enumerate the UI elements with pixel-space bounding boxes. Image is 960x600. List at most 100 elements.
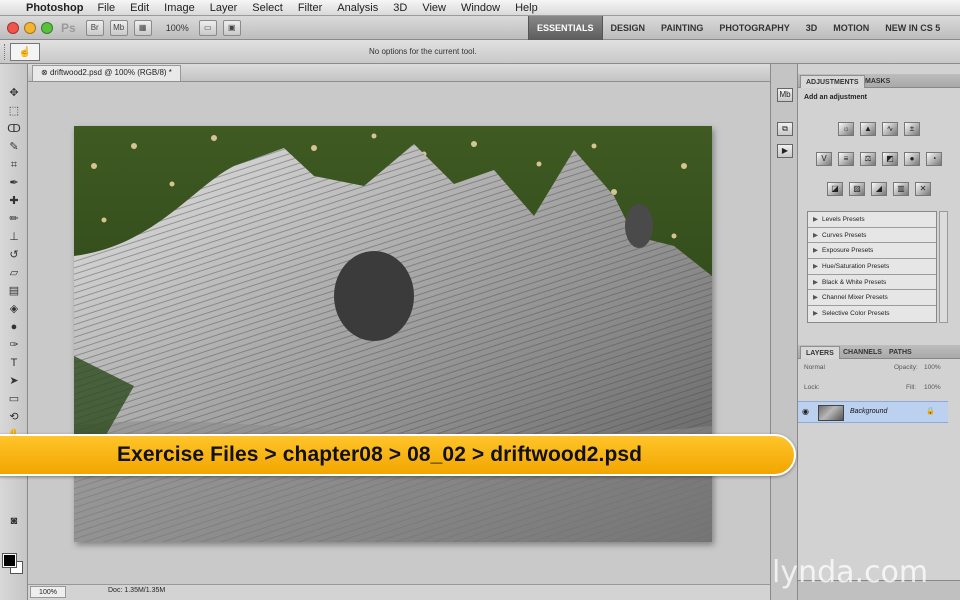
quick-mask-icon[interactable]: ◙: [5, 514, 23, 528]
move-tool-icon[interactable]: ✥: [5, 86, 23, 100]
preset-selective-color[interactable]: ▶ Selective Color Presets: [808, 306, 936, 322]
threshold-icon[interactable]: ◢: [871, 182, 887, 196]
document-tab[interactable]: ⊗ driftwood2.psd @ 100% (RGB/8) *: [32, 65, 181, 81]
close-tab-icon[interactable]: ⊗: [41, 68, 50, 77]
arrange-documents-icon[interactable]: ▭: [198, 19, 217, 36]
gradient-map-icon[interactable]: ▥: [893, 182, 909, 196]
menu-layer[interactable]: Layer: [210, 2, 238, 14]
screen-mode-icon[interactable]: ▣: [222, 19, 241, 36]
lasso-tool-icon[interactable]: ↀ: [5, 122, 23, 136]
expand-arrow-icon: ▶: [813, 216, 818, 223]
vibrance-icon[interactable]: V: [816, 152, 832, 166]
preset-exposure[interactable]: ▶ Exposure Presets: [808, 243, 936, 260]
preset-black-white[interactable]: ▶ Black & White Presets: [808, 275, 936, 291]
marquee-tool-icon[interactable]: ⬚: [5, 104, 23, 118]
preset-channel-mixer[interactable]: ▶ Channel Mixer Presets: [808, 290, 936, 307]
view-extras-icon[interactable]: ▦: [133, 19, 152, 36]
invert-icon[interactable]: ◪: [827, 182, 843, 196]
menu-view[interactable]: View: [422, 2, 446, 14]
gradient-tool-icon[interactable]: ▤: [5, 284, 23, 298]
curves-icon[interactable]: ∿: [882, 122, 898, 136]
opacity-field[interactable]: 100%: [924, 364, 941, 371]
posterize-icon[interactable]: ▨: [849, 182, 865, 196]
mini-bridge-panel-icon[interactable]: Mb: [777, 88, 793, 102]
clone-stamp-tool-icon[interactable]: ⊥: [5, 230, 23, 244]
history-panel-icon[interactable]: ⧉: [777, 122, 793, 136]
actions-panel-icon[interactable]: ▶: [777, 144, 793, 158]
exposure-icon[interactable]: ±: [904, 122, 920, 136]
brush-tool-icon[interactable]: ✏: [5, 212, 23, 226]
menu-filter[interactable]: Filter: [298, 2, 322, 14]
menu-help[interactable]: Help: [515, 2, 538, 14]
menu-analysis[interactable]: Analysis: [337, 2, 378, 14]
menu-3d[interactable]: 3D: [393, 2, 407, 14]
workspace-motion[interactable]: MOTION: [825, 16, 877, 40]
app-menu[interactable]: Photoshop: [26, 2, 83, 14]
black-white-icon[interactable]: ◩: [882, 152, 898, 166]
visibility-eye-icon[interactable]: ◉: [802, 407, 809, 416]
healing-brush-tool-icon[interactable]: ✚: [5, 194, 23, 208]
fill-label: Fill:: [906, 384, 917, 391]
fill-field[interactable]: 100%: [924, 384, 941, 391]
dodge-tool-icon[interactable]: ●: [5, 320, 23, 334]
zoom-level-select[interactable]: 100%: [166, 23, 189, 33]
workspace-new-in-cs5[interactable]: NEW IN CS 5: [877, 16, 948, 40]
ps-logo: Ps: [61, 20, 76, 35]
pen-tool-icon[interactable]: ✑: [5, 338, 23, 352]
expand-arrow-icon: ▶: [813, 247, 818, 255]
options-grip[interactable]: [4, 44, 7, 60]
menu-edit[interactable]: Edit: [130, 2, 149, 14]
layer-thumbnail: [818, 405, 844, 421]
close-window-button[interactable]: [7, 21, 19, 34]
workspace-painting[interactable]: PAINTING: [653, 16, 711, 40]
foreground-color-swatch[interactable]: [2, 553, 17, 568]
tab-masks[interactable]: MASKS: [860, 75, 895, 88]
eyedropper-tool-icon[interactable]: ✒: [5, 176, 23, 190]
menu-file[interactable]: File: [97, 2, 115, 14]
workspace-essentials[interactable]: ESSENTIALS: [528, 16, 603, 40]
quick-selection-tool-icon[interactable]: ✎: [5, 140, 23, 154]
status-bar: 100% Doc: 1.35M/1.35M: [28, 584, 770, 600]
color-balance-icon[interactable]: ⚖: [860, 152, 876, 166]
image-canvas[interactable]: [74, 126, 712, 542]
brightness-contrast-icon[interactable]: ☼: [838, 122, 854, 136]
preset-hue-saturation[interactable]: ▶ Hue/Saturation Presets: [808, 259, 936, 275]
tab-channels[interactable]: CHANNELS: [838, 346, 887, 359]
status-zoom-field[interactable]: 100%: [30, 586, 66, 598]
blend-mode-select[interactable]: Normal: [804, 364, 825, 371]
levels-icon[interactable]: ▲: [860, 122, 876, 136]
layer-row-background[interactable]: ◉ Background 🔒: [798, 401, 948, 423]
blur-tool-icon[interactable]: ◈: [5, 302, 23, 316]
menu-image[interactable]: Image: [164, 2, 195, 14]
menu-select[interactable]: Select: [252, 2, 283, 14]
adjustment-icons-row-3: ◪ ▨ ◢ ▥ ✕: [798, 182, 960, 196]
workspace-design[interactable]: DESIGN: [603, 16, 654, 40]
menu-window[interactable]: Window: [461, 2, 500, 14]
launch-bridge-icon[interactable]: Br: [85, 19, 104, 36]
3d-rotate-tool-icon[interactable]: ⟲: [5, 410, 23, 424]
preset-levels[interactable]: ▶ Levels Presets: [808, 212, 936, 228]
tab-paths[interactable]: PATHS: [884, 346, 917, 359]
workspace-photography[interactable]: PHOTOGRAPHY: [711, 16, 797, 40]
status-doc-size[interactable]: Doc: 1.35M/1.35M: [108, 587, 165, 594]
crop-tool-icon[interactable]: ⌗: [5, 158, 23, 172]
shape-tool-icon[interactable]: ▭: [5, 392, 23, 406]
preset-curves[interactable]: ▶ Curves Presets: [808, 228, 936, 244]
selective-color-icon[interactable]: ✕: [915, 182, 931, 196]
tab-adjustments[interactable]: ADJUSTMENTS: [800, 75, 865, 88]
type-tool-icon[interactable]: T: [5, 356, 23, 370]
eraser-tool-icon[interactable]: ▱: [5, 266, 23, 280]
minimize-window-button[interactable]: [24, 21, 36, 34]
hue-saturation-icon[interactable]: ≡: [838, 152, 854, 166]
channel-mixer-icon[interactable]: ◔: [926, 152, 942, 166]
presets-scrollbar[interactable]: [939, 211, 948, 323]
tab-layers[interactable]: LAYERS: [800, 346, 840, 359]
path-selection-tool-icon[interactable]: ➤: [5, 374, 23, 388]
workspace-3d[interactable]: 3D: [798, 16, 826, 40]
mini-bridge-icon[interactable]: Mb: [109, 19, 128, 36]
tool-preset-picker[interactable]: ☝: [10, 43, 40, 61]
zoom-window-button[interactable]: [41, 21, 53, 34]
expand-arrow-icon: ▶: [813, 278, 818, 286]
photo-filter-icon[interactable]: ●: [904, 152, 920, 166]
history-brush-tool-icon[interactable]: ↺: [5, 248, 23, 262]
